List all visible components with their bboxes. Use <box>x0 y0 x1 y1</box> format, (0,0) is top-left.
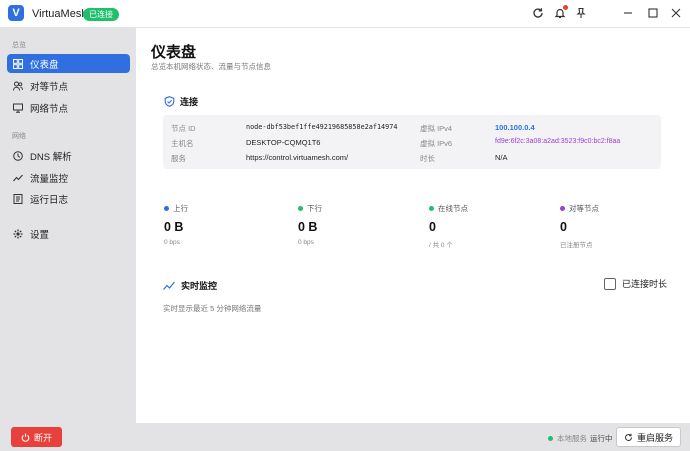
connected-duration-checkbox[interactable] <box>603 277 616 290</box>
users-icon <box>13 81 23 91</box>
page-subtitle: 总览本机网络状态、流量与节点信息 <box>151 62 271 71</box>
main-content: 仪表盘 总览本机网络状态、流量与节点信息 连接 节点 ID node-dbf53… <box>136 28 690 423</box>
stat-sub: 已注册节点 <box>560 242 593 249</box>
stat-online-nodes: 在线节点 0 / 共 0 个 <box>429 203 468 249</box>
stat-upload: 上行 0 B 0 bps <box>164 203 188 246</box>
ipv4-value: 100.100.0.4 <box>495 123 535 132</box>
download-dot <box>298 206 303 211</box>
service-label: 本地服务 <box>557 434 587 443</box>
log-icon <box>13 193 23 204</box>
sidebar-item-label: 网络节点 <box>30 103 69 115</box>
connection-info-panel: 节点 ID node-dbf53bef1ffe49219685858e2af14… <box>163 115 661 169</box>
notification-bell-icon[interactable] <box>553 5 568 20</box>
sidebar-item-label: 对等节点 <box>30 81 69 93</box>
sidebar-item-logs[interactable]: 运行日志 <box>7 189 130 208</box>
online-dot <box>429 206 434 211</box>
power-icon <box>21 433 30 442</box>
connection-status-badge: 已连接 <box>83 8 119 21</box>
stat-peer-nodes: 对等节点 0 已注册节点 <box>560 203 599 249</box>
connected-duration-label: 已连接时长 <box>621 279 667 289</box>
duration-value: N/A <box>495 153 508 162</box>
gear-icon <box>13 229 23 238</box>
dashboard-icon <box>13 58 23 69</box>
stat-label: 在线节点 <box>438 204 468 213</box>
monitor-heading: 实时监控 <box>163 279 217 292</box>
ipv6-value: fd9e:6f2c:3a08:a2ad:3523:f9c0:bc2:f8aa <box>495 138 621 145</box>
stat-value: 0 <box>429 220 436 234</box>
connection-heading: 连接 <box>164 95 198 108</box>
chart-icon <box>13 174 23 181</box>
stat-value: 0 B <box>298 220 318 234</box>
sidebar-item-traffic[interactable]: 流量监控 <box>7 168 130 187</box>
restart-label: 重启服务 <box>636 432 673 443</box>
disconnect-button[interactable]: 断开 <box>11 427 62 447</box>
sidebar-item-dashboard[interactable]: 仪表盘 <box>7 54 130 73</box>
notification-dot <box>563 5 568 10</box>
peer-dot <box>560 206 565 211</box>
sidebar-item-label: 运行日志 <box>30 194 69 206</box>
service-status: 本地服务 <box>548 433 587 444</box>
sidebar-section-network: 网络 <box>12 133 26 140</box>
bottom-bar: 断开 本地服务 运行中 重启服务 <box>0 423 690 451</box>
sidebar-item-label: 流量监控 <box>30 173 69 185</box>
shield-check-icon <box>164 96 175 107</box>
host-value: DESKTOP-CQMQ1T6 <box>246 138 321 147</box>
sidebar-item-settings[interactable]: 设置 <box>7 224 130 243</box>
refresh-icon[interactable] <box>531 6 545 20</box>
sidebar-item-label: DNS 解析 <box>30 151 72 163</box>
stat-sub: 0 bps <box>164 239 180 246</box>
restart-service-button[interactable]: 重启服务 <box>616 427 681 447</box>
sidebar: 总览 仪表盘 对等节点 网络节点 网络 DNS 解析 流量监控 运行日志 设置 <box>0 28 136 423</box>
service-state: 运行中 <box>590 434 613 443</box>
activity-chart-icon <box>163 281 175 290</box>
server-label: 服务 <box>171 154 186 163</box>
connected-duration-toggle[interactable]: 已连接时长 <box>603 277 667 290</box>
sidebar-item-label: 设置 <box>30 229 50 241</box>
app-title: VirtuaMesh <box>32 8 88 20</box>
restart-icon <box>624 433 632 441</box>
ipv4-label: 虚拟 IPv4 <box>420 124 453 133</box>
title-bar: V VirtuaMesh 已连接 <box>0 0 690 28</box>
dns-icon <box>13 150 23 161</box>
stat-sub: / 共 0 个 <box>429 242 453 249</box>
sidebar-item-peers[interactable]: 对等节点 <box>7 76 130 95</box>
monitor-heading-label: 实时监控 <box>181 281 218 291</box>
upload-dot <box>164 206 169 211</box>
app-logo-icon: V <box>8 5 24 21</box>
monitor-description: 实时显示最近 5 分钟网络流量 <box>163 304 262 313</box>
sidebar-item-label: 仪表盘 <box>30 59 59 71</box>
minimize-icon[interactable] <box>621 6 635 20</box>
service-status-dot <box>548 436 553 441</box>
server-value: https://control.virtuamesh.com/ <box>246 153 349 162</box>
node-id-label: 节点 ID <box>171 124 196 133</box>
host-label: 主机名 <box>171 139 194 148</box>
close-icon[interactable] <box>669 6 683 20</box>
monitor-icon <box>13 103 23 113</box>
page-title: 仪表盘 <box>151 44 197 61</box>
duration-label: 时长 <box>420 154 435 163</box>
node-id-value: node-dbf53bef1ffe49219685858e2af14974 <box>246 123 398 131</box>
disconnect-label: 断开 <box>33 432 52 443</box>
connection-heading-label: 连接 <box>180 97 199 107</box>
stat-value: 0 <box>560 220 567 234</box>
pin-icon[interactable] <box>574 6 588 20</box>
sidebar-item-network-nodes[interactable]: 网络节点 <box>7 98 130 117</box>
sidebar-item-dns[interactable]: DNS 解析 <box>7 146 130 165</box>
stat-value: 0 B <box>164 220 184 234</box>
maximize-icon[interactable] <box>646 6 660 20</box>
stat-download: 下行 0 B 0 bps <box>298 203 322 246</box>
stat-label: 下行 <box>307 204 322 213</box>
ipv6-label: 虚拟 IPv6 <box>420 139 453 148</box>
stat-sub: 0 bps <box>298 239 314 246</box>
sidebar-section-overview: 总览 <box>12 42 26 49</box>
stat-label: 上行 <box>173 204 188 213</box>
stat-label: 对等节点 <box>569 204 599 213</box>
